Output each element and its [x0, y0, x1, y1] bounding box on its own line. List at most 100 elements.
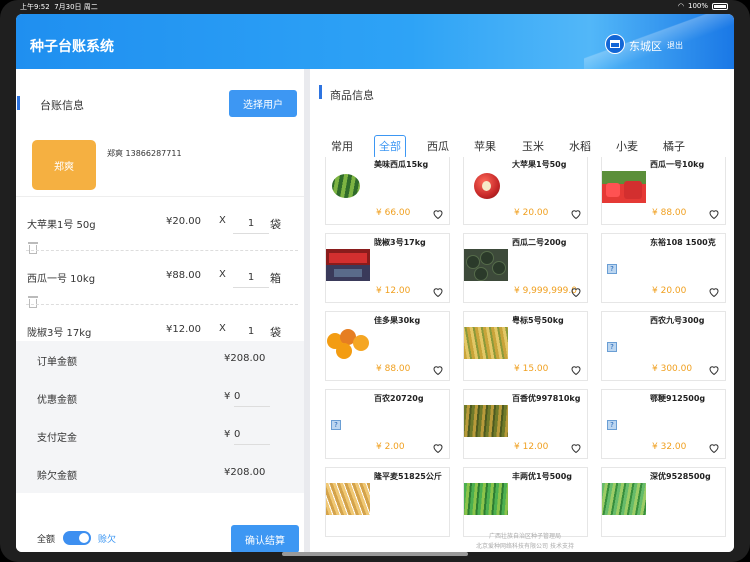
product-card[interactable]: ? 鄂粳912500g ¥ 32.00: [601, 389, 726, 459]
product-name: 百香优997810kg: [512, 394, 581, 403]
product-name: 百农20720g: [374, 394, 424, 403]
product-price: ¥ 15.00: [514, 364, 549, 374]
product-card[interactable]: 深优9528500g: [601, 467, 726, 537]
divider: [16, 196, 304, 197]
tab-apple[interactable]: 苹果: [471, 135, 499, 159]
product-card[interactable]: 西瓜一号10kg ¥ 88.00: [601, 157, 726, 225]
product-image-green-field: [464, 483, 508, 515]
product-name: 鄂粳912500g: [650, 394, 706, 403]
favorite-heart-icon[interactable]: [570, 364, 582, 376]
product-image-rice-field: [464, 405, 508, 437]
summary-row-deposit: 支付定金 ¥ 0: [16, 417, 304, 455]
summary-label: 优惠金额: [37, 395, 77, 406]
status-right: ◠ 100%: [678, 2, 728, 10]
logout-link[interactable]: 退出: [667, 40, 683, 51]
product-name: 大苹果1号50g: [512, 160, 567, 169]
app-header: 种子台账系统 东城区 退出: [16, 14, 734, 69]
product-card[interactable]: 美味西瓜15kg ¥ 66.00: [325, 157, 450, 225]
deposit-input[interactable]: 0: [234, 425, 270, 445]
tab-orange[interactable]: 橘子: [660, 135, 688, 159]
product-card[interactable]: ? 西农九号300g ¥ 300.00: [601, 311, 726, 381]
item-name: 陇椒3号 17kg: [27, 328, 92, 339]
product-name: 粤标5号50kg: [512, 316, 564, 325]
product-card[interactable]: 大苹果1号50g ¥ 20.00: [463, 157, 588, 225]
product-price: ¥ 2.00: [376, 442, 405, 452]
tab-watermelon[interactable]: 西瓜: [424, 135, 452, 159]
status-time: 上午9:52 7月30日 周二: [20, 3, 98, 11]
select-user-button[interactable]: 选择用户: [229, 90, 297, 117]
item-price: ¥88.00: [166, 270, 201, 281]
trash-icon[interactable]: [28, 242, 38, 254]
ledger-line-item: 西瓜一号 10kg ¥88.00 X 1 箱: [16, 256, 304, 310]
user-name-phone: 郑爽 13866287711: [107, 149, 182, 158]
product-price: ¥ 12.00: [376, 286, 411, 296]
summary-row-credit: 赊欠金额 ¥208.00: [16, 455, 304, 493]
section-marker: [319, 85, 322, 99]
favorite-heart-icon[interactable]: [570, 208, 582, 220]
product-card[interactable]: 百香优997810kg ¥ 12.00: [463, 389, 588, 459]
quantity-input[interactable]: 1: [233, 320, 269, 342]
product-image-street-sign: [326, 249, 370, 281]
favorite-heart-icon[interactable]: [432, 286, 444, 298]
product-price: ¥ 9,999,999.0: [514, 286, 577, 296]
product-name: 西农九号300g: [650, 316, 705, 325]
favorite-heart-icon[interactable]: [432, 208, 444, 220]
favorite-heart-icon[interactable]: [432, 442, 444, 454]
product-card[interactable]: 西瓜二号200g ¥ 9,999,999.0: [463, 233, 588, 303]
summary-row-discount: 优惠金额 ¥ 0: [16, 379, 304, 417]
product-card[interactable]: 陇椒3号17kg ¥ 12.00: [325, 233, 450, 303]
toggle-label-full: 全额: [37, 535, 56, 545]
product-image-green-field2: [602, 483, 646, 515]
favorite-heart-icon[interactable]: [570, 442, 582, 454]
item-price: ¥12.00: [166, 324, 201, 335]
ledger-section-title: 台账信息: [40, 99, 84, 112]
app-title: 种子台账系统: [30, 39, 114, 55]
product-price: ¥ 12.00: [514, 442, 549, 452]
product-card[interactable]: 隆平麦51825公斤: [325, 467, 450, 537]
product-name: 西瓜一号10kg: [650, 160, 705, 169]
product-name: 深优9528500g: [650, 472, 711, 481]
confirm-settle-button[interactable]: 确认结算: [231, 525, 299, 552]
favorite-heart-icon[interactable]: [708, 364, 720, 376]
ledger-panel: 台账信息 选择用户 郑爽 郑爽 13866287711 大苹果1号 50g ¥2…: [16, 69, 310, 552]
home-indicator[interactable]: [282, 552, 468, 556]
product-price: ¥ 20.00: [514, 208, 549, 218]
product-name: 隆平麦51825公斤: [374, 472, 442, 481]
product-card[interactable]: 丰两优1号500g: [463, 467, 588, 537]
missing-image-icon: ?: [607, 342, 617, 352]
multiply-sign: X: [219, 215, 226, 226]
product-price: ¥ 88.00: [376, 364, 411, 374]
store-icon[interactable]: [605, 34, 625, 54]
favorite-heart-icon[interactable]: [570, 286, 582, 298]
tab-all[interactable]: 全部: [374, 135, 406, 159]
district-label[interactable]: 东城区: [629, 38, 662, 54]
item-unit: 袋: [270, 218, 281, 231]
product-card[interactable]: 佳多果30kg ¥ 88.00: [325, 311, 450, 381]
summary-label: 支付定金: [37, 433, 77, 444]
tab-rice[interactable]: 水稻: [566, 135, 594, 159]
device-screen: 上午9:52 7月30日 周二 ◠ 100% 种子台账系统 东城区 退出 台账信…: [0, 0, 750, 562]
product-price: ¥ 300.00: [652, 364, 693, 374]
trash-icon[interactable]: [28, 296, 38, 308]
quantity-input[interactable]: 1: [233, 266, 269, 288]
section-marker: [17, 96, 20, 110]
dashed-divider: [26, 250, 298, 251]
tab-corn[interactable]: 玉米: [519, 135, 547, 159]
favorite-heart-icon[interactable]: [708, 208, 720, 220]
currency-symbol: ¥: [224, 391, 231, 402]
product-name: 陇椒3号17kg: [374, 238, 426, 247]
favorite-heart-icon[interactable]: [708, 442, 720, 454]
product-card[interactable]: ? 东裕108 1500克 ¥ 20.00: [601, 233, 726, 303]
payment-mode-toggle[interactable]: [63, 531, 91, 545]
product-name: 西瓜二号200g: [512, 238, 567, 247]
order-summary: 订单金额 ¥208.00 优惠金额 ¥ 0 支付定金 ¥ 0 赊欠金额 ¥208…: [16, 341, 310, 496]
discount-input[interactable]: 0: [234, 387, 270, 407]
quantity-input[interactable]: 1: [233, 212, 269, 234]
product-price: ¥ 20.00: [652, 286, 687, 296]
product-card[interactable]: 粤标5号50kg ¥ 15.00: [463, 311, 588, 381]
favorite-heart-icon[interactable]: [708, 286, 720, 298]
tab-wheat[interactable]: 小麦: [613, 135, 641, 159]
product-card[interactable]: ? 百农20720g ¥ 2.00: [325, 389, 450, 459]
tab-common[interactable]: 常用: [328, 135, 356, 159]
favorite-heart-icon[interactable]: [432, 364, 444, 376]
